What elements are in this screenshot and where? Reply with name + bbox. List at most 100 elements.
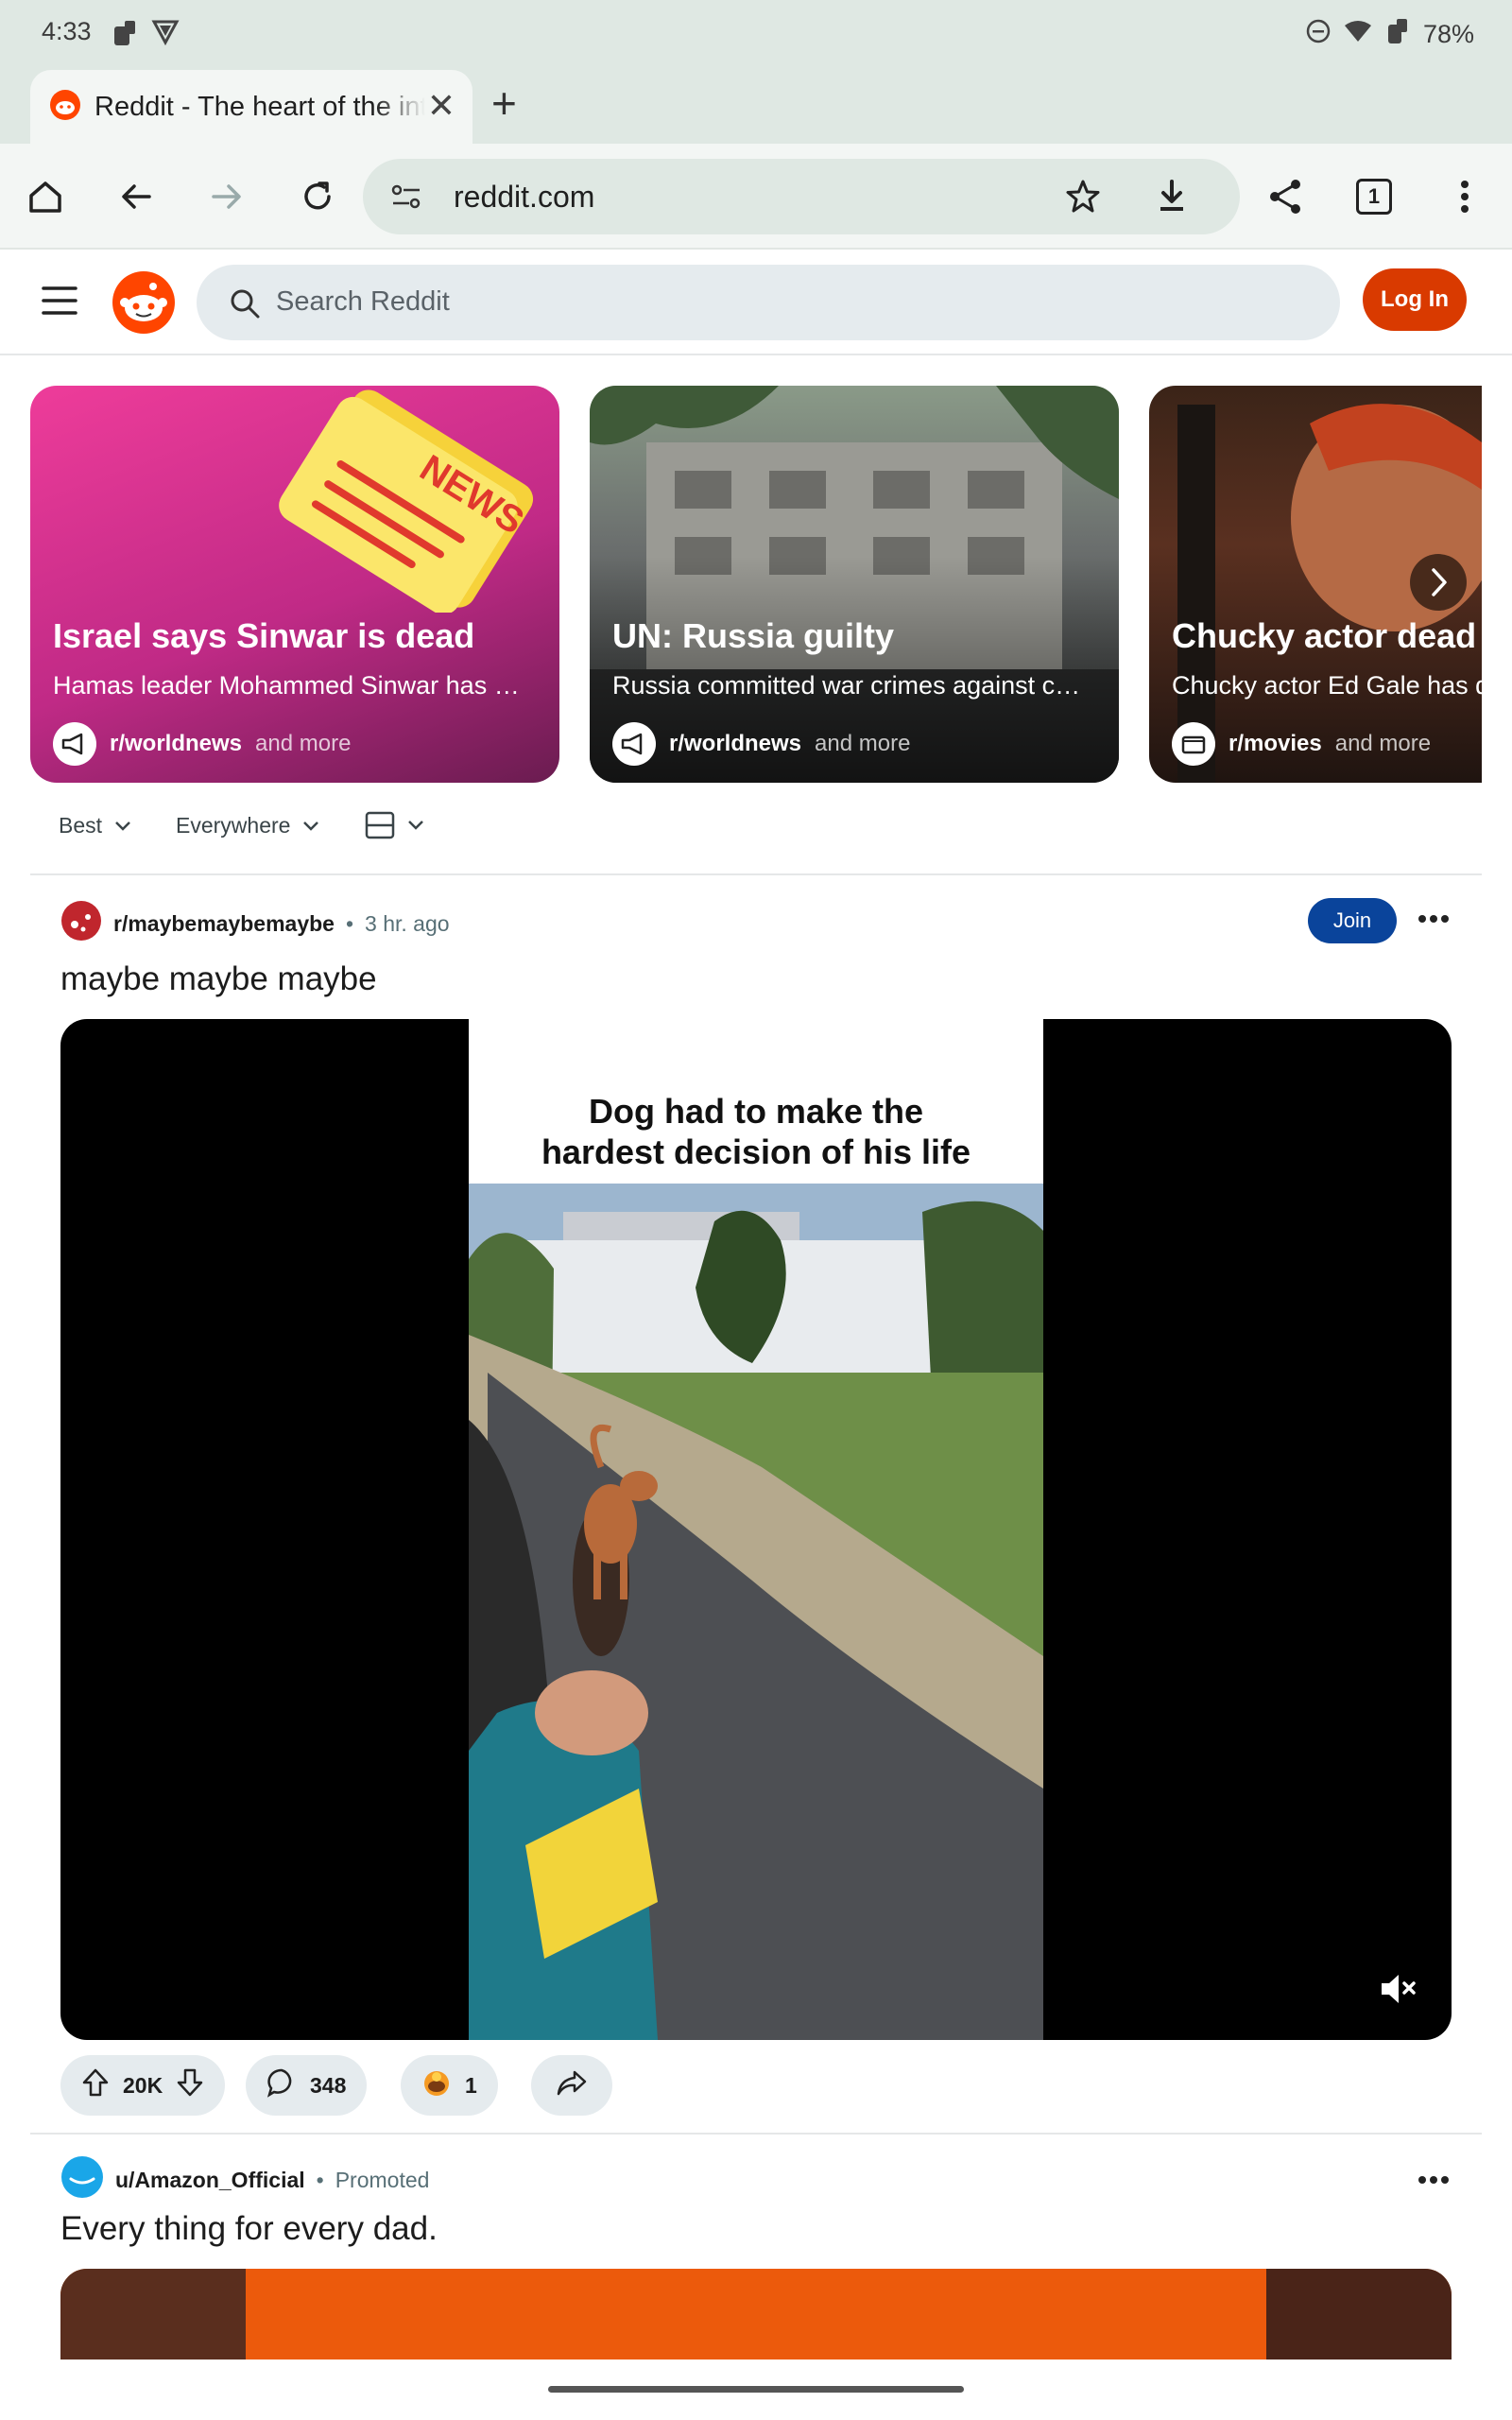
card-source: r/worldnews and more	[612, 722, 910, 766]
news-card-2[interactable]: UN: Russia guilty Russia committed war c…	[590, 386, 1119, 783]
card-more: and more	[255, 731, 352, 756]
reddit-favicon-icon	[49, 89, 81, 126]
award-icon	[421, 2067, 452, 2103]
status-time: 4:33	[42, 17, 92, 45]
sort-label: Best	[59, 813, 103, 838]
hamburger-menu-icon[interactable]	[42, 285, 77, 320]
card-subreddit: r/movies	[1228, 731, 1322, 756]
notification-icon	[112, 19, 138, 52]
url-text: reddit.com	[454, 180, 595, 214]
award-count: 1	[465, 2072, 477, 2098]
upvote-icon[interactable]	[81, 2067, 110, 2103]
comment-count: 348	[310, 2072, 347, 2098]
status-right-group: 78%	[1306, 17, 1474, 52]
new-tab-button[interactable]: +	[491, 79, 517, 127]
movies-community-icon	[1172, 722, 1215, 766]
search-placeholder: Search Reddit	[276, 286, 450, 317]
post-subreddit[interactable]: r/maybemaybemaybe	[113, 911, 335, 937]
vote-count: 20K	[123, 2072, 163, 2098]
chevron-down-icon	[303, 821, 319, 831]
log-in-button[interactable]: Log In	[1363, 268, 1467, 331]
site-settings-icon[interactable]	[389, 180, 423, 218]
chevron-down-icon	[115, 821, 130, 831]
reload-icon[interactable]	[289, 168, 346, 225]
dog-walk-scene	[469, 1184, 1043, 2040]
card-subtitle: Hamas leader Mohammed Sinwar has …	[53, 671, 520, 700]
mute-icon[interactable]	[1378, 1970, 1419, 2013]
share-icon[interactable]	[1257, 168, 1314, 225]
feed-divider	[30, 873, 1482, 875]
megaphone-icon	[612, 722, 656, 766]
dnd-icon	[1306, 19, 1331, 50]
search-reddit-input[interactable]: Search Reddit	[197, 265, 1340, 340]
address-bar[interactable]: reddit.com	[363, 159, 1240, 234]
video-player[interactable]: Dog had to make the hardest decision of …	[60, 1019, 1452, 2040]
card-subreddit: r/worldnews	[669, 731, 802, 756]
dot-separator: •	[345, 910, 354, 936]
share-button[interactable]	[531, 2055, 612, 2116]
chevron-down-icon	[408, 821, 423, 830]
post-time: 3 hr. ago	[365, 910, 450, 936]
promoted-options-icon[interactable]	[1418, 2172, 1450, 2189]
card-source: r/movies and more	[1172, 722, 1431, 766]
wifi-icon	[1344, 20, 1372, 49]
sort-dropdown[interactable]: Best	[59, 813, 132, 838]
promoted-title[interactable]: Every thing for every dad.	[60, 2210, 438, 2248]
browser-top-chrome: 4:33 78% Reddit - The heart of the inter…	[0, 0, 1512, 144]
post-options-icon[interactable]	[1418, 911, 1450, 928]
location-dropdown[interactable]: Everywhere	[176, 813, 320, 838]
promoted-media[interactable]	[60, 2269, 1452, 2360]
amazon-avatar[interactable]	[60, 2155, 104, 2204]
search-icon	[229, 287, 261, 324]
join-button[interactable]: Join	[1308, 898, 1397, 943]
card-layout-icon	[365, 811, 395, 839]
back-arrow-icon[interactable]	[108, 168, 164, 225]
card-headline: Israel says Sinwar is dead	[53, 616, 475, 655]
dot-separator: •	[316, 2167, 324, 2192]
location-label: Everywhere	[176, 813, 291, 838]
card-source: r/worldnews and more	[53, 722, 351, 766]
chevron-right-icon	[1432, 568, 1447, 596]
view-layout-dropdown[interactable]	[365, 811, 425, 839]
tab-title: Reddit - The heart of the internet	[94, 91, 425, 122]
battery-icon	[1385, 17, 1410, 52]
downvote-icon[interactable]	[176, 2067, 204, 2103]
carousel-next-button[interactable]	[1410, 554, 1467, 611]
award-button[interactable]: 1	[401, 2055, 498, 2116]
reddit-header: Search Reddit Log In	[0, 250, 1512, 355]
post-divider	[30, 2133, 1482, 2135]
battery-percent: 78%	[1422, 20, 1474, 48]
tab-close-icon[interactable]: ✕	[427, 87, 455, 125]
card-more: and more	[1334, 731, 1432, 756]
card-subtitle: Russia committed war crimes against c…	[612, 671, 1081, 700]
promoted-label: Promoted	[335, 2167, 430, 2192]
browser-toolbar: reddit.com 1	[0, 144, 1512, 250]
forward-arrow-icon[interactable]	[198, 168, 255, 225]
tab-count: 1	[1356, 179, 1392, 215]
comments-button[interactable]: 348	[246, 2055, 368, 2116]
video-caption-line2: hardest decision of his life	[541, 1132, 971, 1171]
news-card-3[interactable]: Chucky actor dead a Chucky actor Ed Gale…	[1149, 386, 1482, 783]
megaphone-icon	[53, 722, 96, 766]
tab-switcher-button[interactable]: 1	[1346, 168, 1402, 225]
home-icon[interactable]	[17, 168, 74, 225]
card-subtitle: Chucky actor Ed Gale has d	[1172, 671, 1482, 700]
download-icon[interactable]	[1153, 178, 1191, 220]
vote-pill: 20K	[60, 2055, 226, 2116]
overflow-menu-icon[interactable]	[1436, 168, 1493, 225]
video-frame: Dog had to make the hardest decision of …	[469, 1019, 1043, 2040]
news-illustration: NEWS	[279, 389, 534, 613]
card-headline: UN: Russia guilty	[612, 616, 895, 655]
news-card-1[interactable]: NEWS Israel says Sinwar is dead Hamas le…	[30, 386, 559, 783]
comment-icon	[266, 2067, 297, 2103]
post-meta: r/maybemaybemaybe • 3 hr. ago	[60, 900, 450, 947]
browser-tab[interactable]: Reddit - The heart of the internet ✕	[30, 70, 472, 144]
post-title[interactable]: maybe maybe maybe	[60, 960, 377, 998]
vpn-shield-icon	[151, 19, 180, 50]
bookmark-star-icon[interactable]	[1064, 178, 1102, 220]
gesture-nav-handle[interactable]	[548, 2386, 964, 2393]
promoted-post-meta: u/Amazon_Official • Promoted	[60, 2155, 429, 2204]
subreddit-avatar[interactable]	[60, 900, 102, 947]
reddit-logo[interactable]	[112, 270, 176, 339]
promoted-user[interactable]: u/Amazon_Official	[115, 2168, 305, 2193]
